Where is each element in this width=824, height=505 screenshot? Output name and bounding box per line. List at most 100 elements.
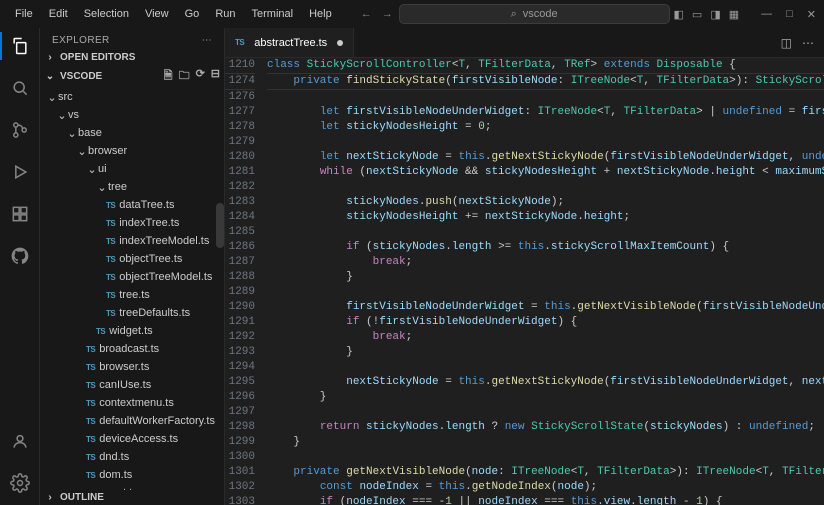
explorer-more-icon[interactable]: ⋯ [202,35,212,46]
split-editor-icon[interactable]: ◫ [781,36,792,50]
tree-label: canIUse.ts [99,379,151,391]
tab-label: abstractTree.ts [254,37,327,49]
code-content[interactable]: class StickyScrollController<T, TFilterD… [267,58,824,505]
folder-node[interactable]: ⌄ui [40,160,224,178]
typescript-icon: TS [106,273,115,282]
tree-label: tree.ts [119,289,150,301]
menu-edit[interactable]: Edit [42,5,75,23]
title-bar: FileEditSelectionViewGoRunTerminalHelp ←… [0,0,824,28]
code-area[interactable]: 1210127412761277127812791280128112821283… [225,58,824,505]
layout-sidebar-left-icon[interactable]: ◧ [674,8,684,21]
tree-label: objectTreeModel.ts [119,271,212,283]
tree-label: contextmenu.ts [99,397,174,409]
file-node[interactable]: TSobjectTree.ts [40,250,224,268]
file-node[interactable]: TS widget.ts [40,322,224,340]
nav-forward-icon[interactable]: → [380,6,395,22]
menu-terminal[interactable]: Terminal [245,5,301,23]
tree-label: widget.ts [109,325,152,337]
file-node[interactable]: TSdefaultWorkerFactory.ts [40,412,224,430]
typescript-icon: TS [86,363,95,372]
tab-more-icon[interactable]: ⋯ [802,36,814,50]
dirty-indicator-icon [337,40,343,46]
typescript-icon: TS [106,201,115,210]
activity-extensions-icon[interactable] [8,202,32,226]
file-tree[interactable]: ⌄src⌄vs⌄base⌄browser⌄ui⌄treeTSdataTree.t… [40,88,224,490]
activity-explorer-icon[interactable] [8,34,32,58]
activity-accounts-icon[interactable] [8,429,32,453]
file-node[interactable]: TSevent.ts [40,484,224,490]
tree-label: tree [108,181,127,193]
tree-label: dom.ts [99,469,132,481]
tree-label: treeDefaults.ts [119,307,190,319]
section-outline[interactable]: ›OUTLINE [40,490,224,505]
menu-run[interactable]: Run [208,5,242,23]
typescript-icon: TS [96,327,105,336]
file-node[interactable]: TS broadcast.ts [40,340,224,358]
chevron-down-icon: ⌄ [56,109,68,122]
tree-label: event.ts [99,487,138,490]
tree-scrollbar[interactable] [216,203,224,248]
activity-source-control-icon[interactable] [8,118,32,142]
tree-label: vs [68,109,79,121]
new-folder-icon[interactable]: 🗀 [179,67,190,86]
command-center-text: vscode [523,8,558,20]
folder-node[interactable]: ⌄browser [40,142,224,160]
typescript-icon: TS [86,453,95,462]
layout-customize-icon[interactable]: ▦ [729,8,739,21]
refresh-icon[interactable]: ⟳ [196,67,205,86]
command-center[interactable]: ⌕ vscode [399,4,670,24]
search-icon: ⌕ [511,8,517,21]
activity-search-icon[interactable] [8,76,32,100]
typescript-icon: TS [106,237,115,246]
chevron-down-icon: ⌄ [76,145,88,158]
chevron-right-icon: › [44,52,56,63]
typescript-icon: TS [106,291,115,300]
file-node[interactable]: TScontextmenu.ts [40,394,224,412]
menu-file[interactable]: File [8,5,40,23]
layout-sidebar-right-icon[interactable]: ◨ [710,8,720,21]
section-open-editors[interactable]: ›OPEN EDITORS [40,50,224,65]
outline-label: OUTLINE [60,492,104,503]
typescript-icon: TS [86,345,95,354]
folder-node[interactable]: ⌄vs [40,106,224,124]
window-maximize-icon[interactable]: □ [786,8,793,21]
tree-label: broadcast.ts [99,343,159,355]
file-node[interactable]: TSdnd.ts [40,448,224,466]
tab-abstract-tree[interactable]: TS abstractTree.ts [225,28,354,57]
file-node[interactable]: TSbrowser.ts [40,358,224,376]
typescript-icon: TS [106,309,115,318]
file-node[interactable]: TSindexTree.ts [40,214,224,232]
menu-go[interactable]: Go [178,5,207,23]
tab-bar: TS abstractTree.ts ◫ ⋯ [225,28,824,58]
file-node[interactable]: TS objectTreeModel.ts [40,268,224,286]
folder-node[interactable]: ⌄base [40,124,224,142]
tree-label: browser [88,145,127,157]
menu-selection[interactable]: Selection [77,5,136,23]
file-node[interactable]: TSdeviceAccess.ts [40,430,224,448]
window-close-icon[interactable]: ✕ [807,8,816,21]
menu-help[interactable]: Help [302,5,339,23]
file-node[interactable]: TSdataTree.ts [40,196,224,214]
chevron-down-icon: ⌄ [96,181,108,194]
file-node[interactable]: TSdom.ts [40,466,224,484]
folder-node[interactable]: ⌄src [40,88,224,106]
typescript-icon: TS [86,435,95,444]
activity-run-debug-icon[interactable] [8,160,32,184]
nav-back-icon[interactable]: ← [359,6,374,22]
window-minimize-icon[interactable]: — [761,8,772,21]
activity-settings-icon[interactable] [8,471,32,495]
new-file-icon[interactable]: 🗎 [164,67,173,86]
collapse-all-icon[interactable]: ⊟ [211,67,220,86]
folder-node[interactable]: ⌄tree [40,178,224,196]
section-folder[interactable]: ⌄VSCODE 🗎 🗀 ⟳ ⊟ [40,65,224,88]
chevron-down-icon: ⌄ [86,163,98,176]
file-node[interactable]: TS treeDefaults.ts [40,304,224,322]
activity-github-icon[interactable] [8,244,32,268]
menu-view[interactable]: View [138,5,176,23]
file-node[interactable]: TScanIUse.ts [40,376,224,394]
tree-label: ui [98,163,107,175]
file-node[interactable]: TS tree.ts [40,286,224,304]
file-node[interactable]: TSindexTreeModel.ts [40,232,224,250]
layout-panel-icon[interactable]: ▭ [692,8,702,21]
nav-arrows: ← → [359,6,395,22]
